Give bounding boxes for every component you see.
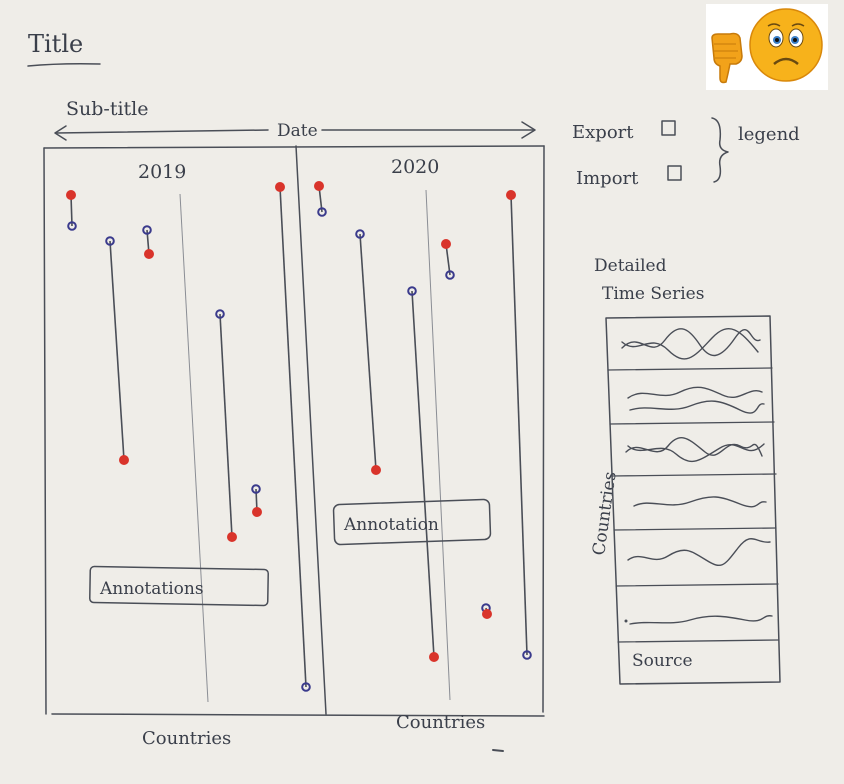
side-ylabel: Countries: [589, 470, 621, 556]
panel-label-2019: 2019: [138, 161, 186, 183]
annotation-2019: Annotations: [99, 579, 204, 599]
export-dot: [482, 609, 492, 619]
source-label: Source: [632, 651, 693, 671]
panel-label-2020: 2020: [391, 156, 439, 178]
legend-brace: [711, 117, 729, 183]
legend-box-export: [661, 120, 676, 136]
small-multiples-frame: [605, 315, 781, 685]
sparkline-6: [629, 615, 773, 625]
side-title-line1: Detailed: [594, 256, 667, 276]
dumbbell-series: [66, 181, 532, 692]
thumbs-down-icon: [711, 32, 743, 84]
annotation-2020: Annotation: [343, 515, 439, 535]
sparkline-3: [625, 437, 763, 457]
page-title: Title: [28, 30, 83, 58]
export-dot: [441, 239, 451, 249]
pen-mark: [492, 749, 504, 752]
sparkline-4: [633, 496, 767, 508]
panel-frame: [43, 145, 545, 717]
date-axis-label: Date: [277, 121, 318, 141]
sparkline-3b: [627, 443, 765, 463]
legend-item-export: Export: [572, 122, 634, 143]
export-dot: [144, 249, 154, 259]
dumbbell-line: [359, 233, 377, 471]
legend: Export Import legend: [572, 117, 800, 189]
sparkline-2: [627, 386, 763, 399]
dumbbell-line: [219, 313, 233, 538]
export-dot: [66, 190, 76, 200]
export-dot: [371, 465, 381, 475]
title-underline: [27, 63, 101, 67]
side-title-line2: Time Series: [602, 284, 704, 304]
export-dot: [429, 652, 439, 662]
legend-box-import: [667, 165, 682, 181]
export-dot: [506, 190, 516, 200]
xlabel-2020: Countries: [396, 712, 485, 733]
export-dot: [119, 455, 129, 465]
legend-item-import: Import: [576, 168, 639, 189]
emoji-badge: [706, 4, 828, 90]
panel-divider: [295, 145, 327, 715]
dumbbell-line: [109, 240, 125, 461]
legend-label: legend: [738, 124, 800, 145]
sparkline-2b: [629, 400, 765, 414]
export-dot: [227, 532, 237, 542]
dumbbell-line: [510, 194, 528, 656]
sparkline-dot: [624, 619, 628, 623]
sketch-canvas: Title Sub-title Date Export Import legen…: [27, 30, 800, 752]
xlabel-2019: Countries: [142, 728, 231, 749]
small-multiples: [605, 315, 781, 685]
export-dot: [314, 181, 324, 191]
export-dot: [275, 182, 285, 192]
subtitle: Sub-title: [66, 98, 149, 120]
sparkline-5: [627, 538, 771, 567]
sad-face-icon: [749, 8, 823, 82]
export-dot: [252, 507, 262, 517]
dumbbell-line: [411, 290, 435, 658]
